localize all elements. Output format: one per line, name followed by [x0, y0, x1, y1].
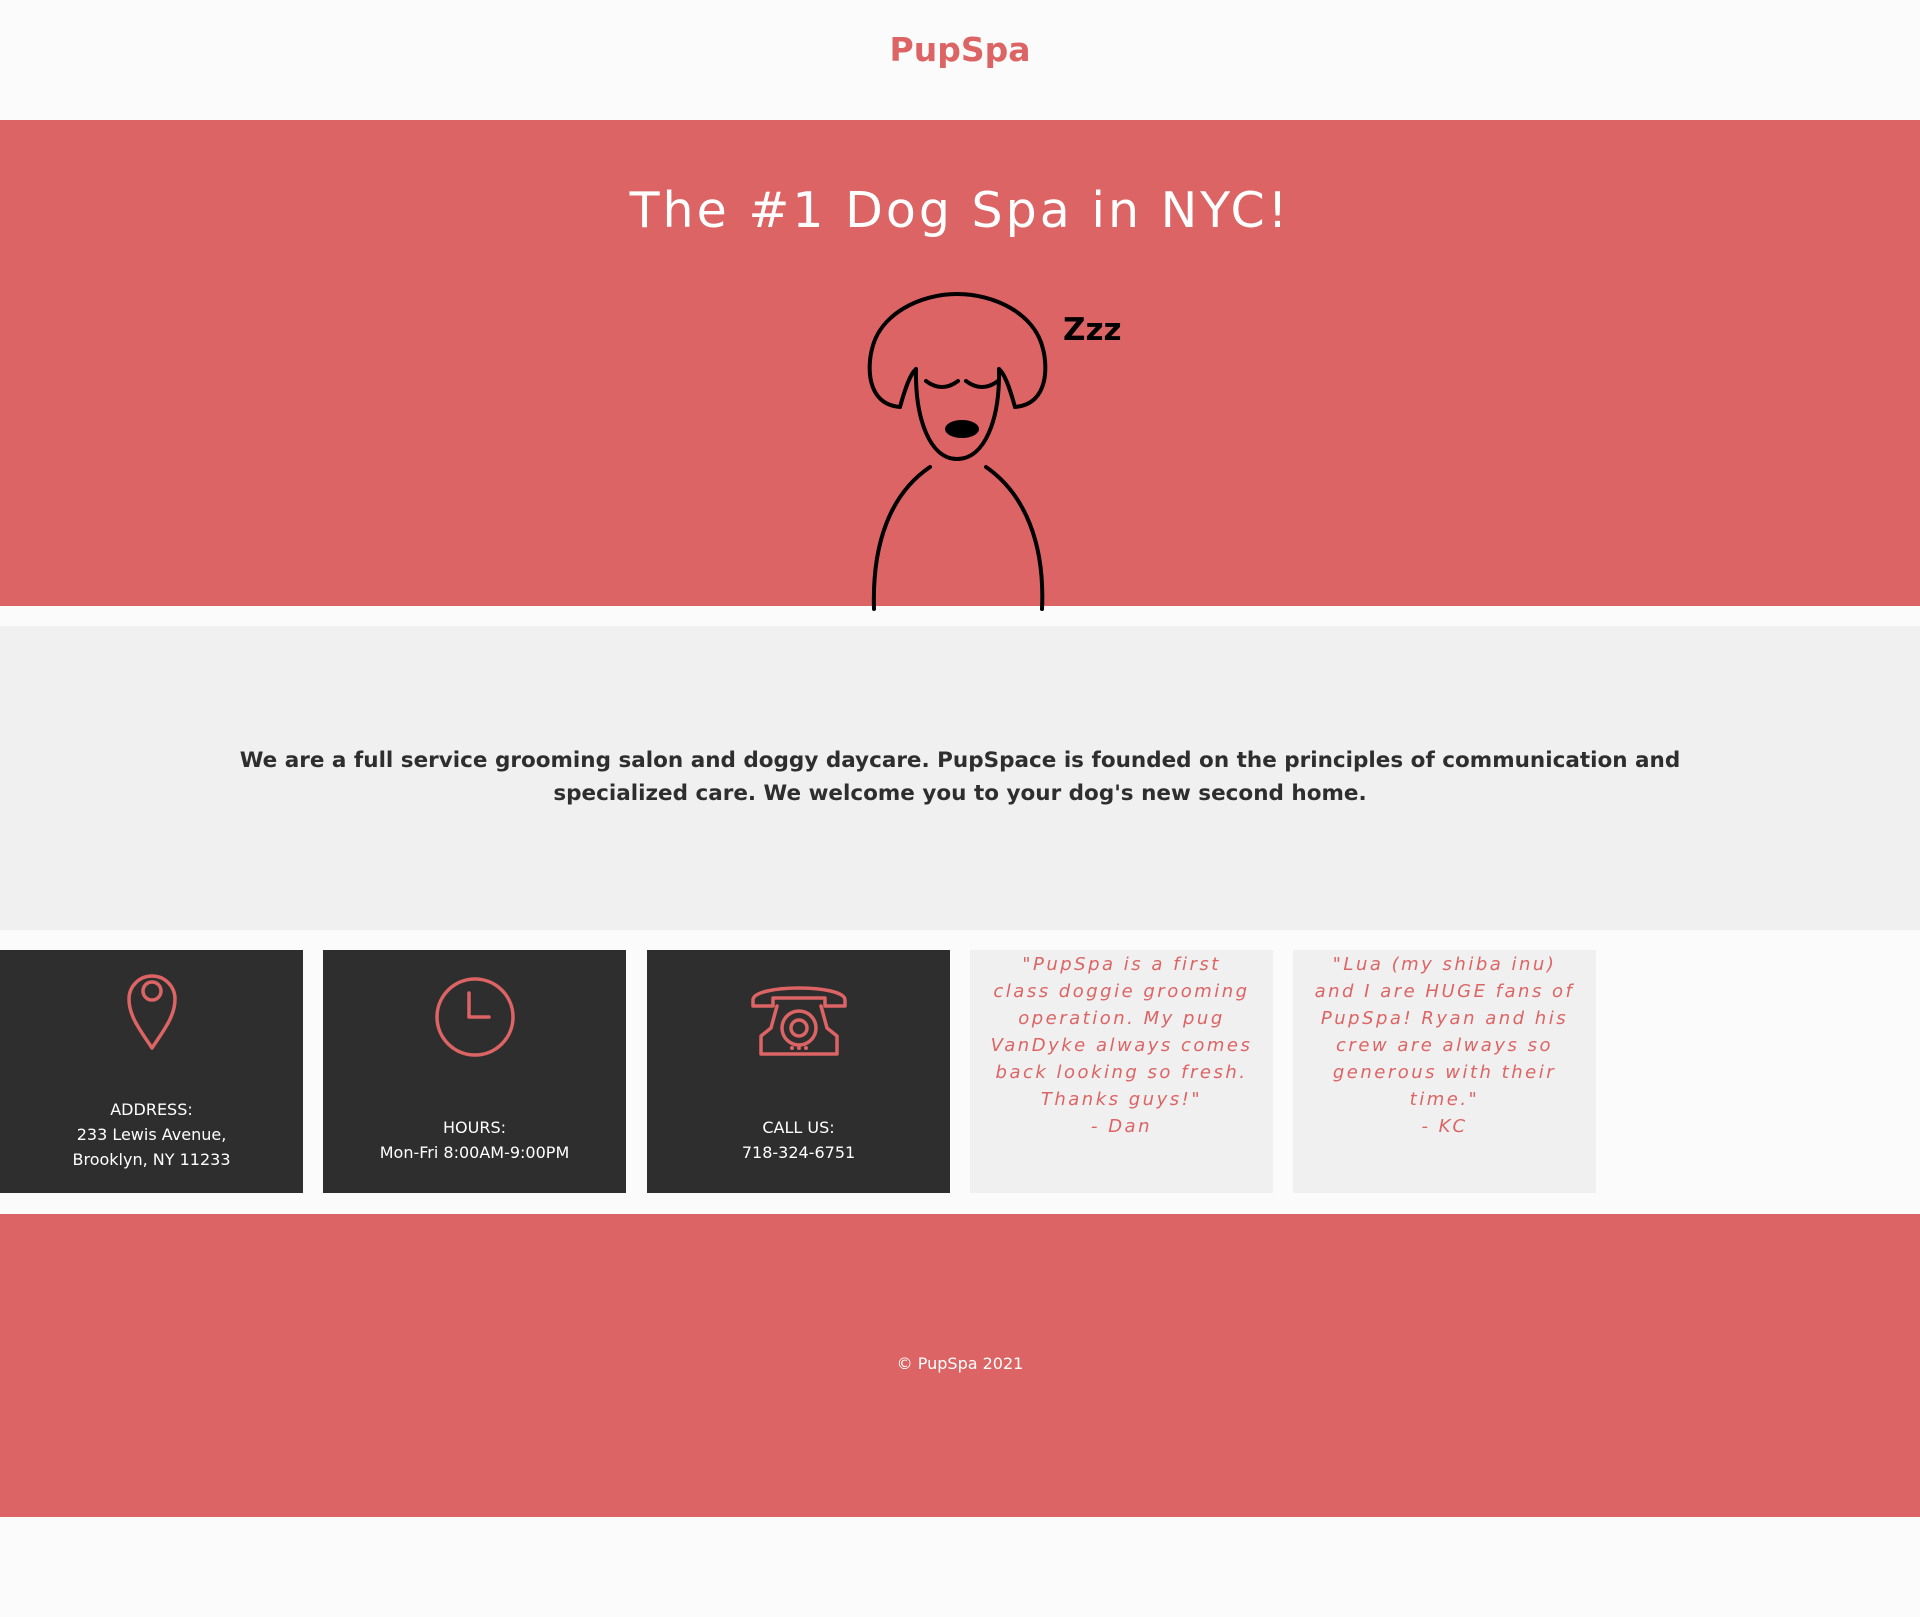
- hours-label: HOURS: Mon-Fri 8:00AM-9:00PM: [323, 1115, 626, 1165]
- address-line-1: 233 Lewis Avenue,: [76, 1125, 227, 1144]
- call-card: CALL US: 718-324-6751: [647, 950, 950, 1193]
- about-text: We are a full service grooming salon and…: [239, 748, 1681, 806]
- call-label: CALL US: 718-324-6751: [647, 1115, 950, 1165]
- telephone-icon: [647, 976, 950, 1062]
- about-section: We are a full service grooming salon and…: [0, 626, 1920, 930]
- site-logo[interactable]: PupSpa: [0, 30, 1920, 69]
- testimonial-card-kc: "Lua (my shiba inu) and I are HUGE fans …: [1293, 950, 1596, 1193]
- testimonial-quote: "PupSpa is a first class doggie grooming…: [990, 951, 1253, 1140]
- testimonial-author: - Dan: [1090, 1116, 1152, 1137]
- hero-section: The #1 Dog Spa in NYC! Zzz: [0, 120, 1920, 611]
- address-heading: ADDRESS:: [110, 1100, 193, 1119]
- testimonial-card-dan: "PupSpa is a first class doggie grooming…: [970, 950, 1273, 1193]
- address-card: ADDRESS: 233 Lewis Avenue, Brooklyn, NY …: [0, 950, 303, 1193]
- address-line-2: Brooklyn, NY 11233: [72, 1150, 231, 1169]
- hours-heading: HOURS:: [443, 1118, 506, 1137]
- location-pin-icon: [0, 972, 303, 1056]
- site-header: PupSpa: [0, 0, 1920, 120]
- sleep-text: Zzz: [1063, 312, 1122, 348]
- hero-title: The #1 Dog Spa in NYC!: [629, 182, 1291, 239]
- call-heading: CALL US:: [762, 1118, 835, 1137]
- copyright-text: © PupSpa 2021: [896, 1354, 1024, 1373]
- testimonial-text: "PupSpa is a first class doggie grooming…: [990, 954, 1253, 1110]
- testimonial-author: - KC: [1421, 1116, 1468, 1137]
- testimonial-text: "Lua (my shiba inu) and I are HUGE fans …: [1314, 954, 1575, 1110]
- testimonial-quote: "Lua (my shiba inu) and I are HUGE fans …: [1313, 951, 1576, 1140]
- address-label: ADDRESS: 233 Lewis Avenue, Brooklyn, NY …: [0, 1097, 303, 1172]
- sleeping-dog-icon: Zzz: [867, 292, 1122, 611]
- hours-card: HOURS: Mon-Fri 8:00AM-9:00PM: [323, 950, 626, 1193]
- phone-number[interactable]: 718-324-6751: [647, 1140, 950, 1165]
- dog-nose: [945, 420, 979, 438]
- hours-value: Mon-Fri 8:00AM-9:00PM: [379, 1143, 570, 1162]
- site-footer: © PupSpa 2021: [0, 1214, 1920, 1517]
- clock-icon: [323, 976, 626, 1062]
